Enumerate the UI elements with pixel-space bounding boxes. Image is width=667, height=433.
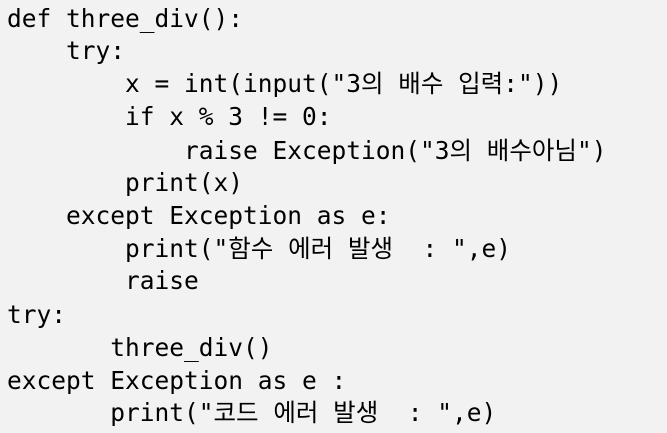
code-line-3: x = int(input("3의 배수 입력:")) [7,69,563,98]
code-line-12: except Exception as e : [7,366,347,395]
code-line-5: raise Exception("3의 배수아님") [7,136,607,165]
code-line-10: try: [7,300,67,329]
code-line-11: three_div() [7,333,273,362]
code-line-6: print(x) [7,168,244,197]
code-line-4: if x % 3 != 0: [7,102,332,131]
code-line-13: print("코드 에러 발생 : ",e) [7,398,497,427]
code-line-9: raise [7,266,199,295]
code-line-1: def three_div(): [7,4,244,33]
code-line-2: try: [7,36,126,65]
code-line-8: print("함수 에러 발생 : ",e) [7,234,511,263]
code-line-7: except Exception as e: [7,201,391,230]
code-block: def three_div(): try: x = int(input("3의 … [0,0,667,433]
